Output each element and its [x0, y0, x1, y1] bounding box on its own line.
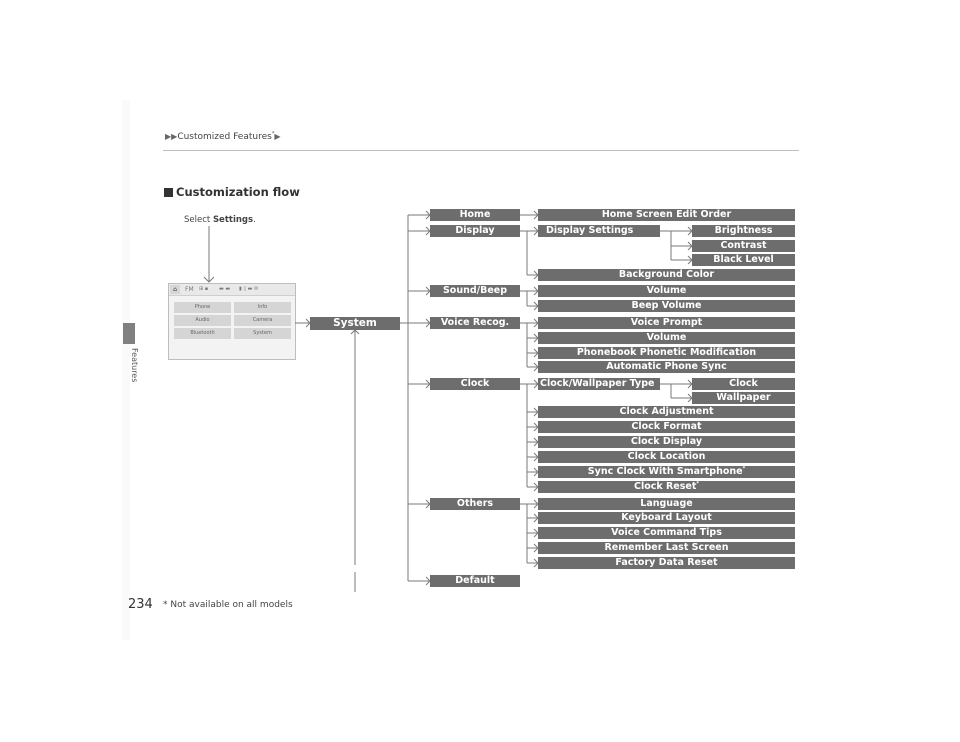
flow-node-wallpaper: Wallpaper — [692, 392, 795, 404]
flow-node-clock-location: Clock Location — [538, 451, 795, 463]
footnote-mark: * — [742, 466, 746, 472]
flow-node-label: Clock Reset — [633, 481, 697, 492]
flow-node-others: Others — [430, 498, 520, 510]
flow-node-sync-clock-with-smartphone: Sync Clock With Smartphone* — [538, 466, 795, 478]
trunk-branches — [408, 210, 431, 586]
flow-node-voice-volume: Volume — [538, 332, 795, 344]
footnote-mark: * — [696, 481, 700, 487]
flow-node-phonebook-phonetic-modification: Phonebook Phonetic Modification — [538, 347, 795, 359]
flow-node-home-screen-edit-order: Home Screen Edit Order — [538, 209, 795, 221]
flow-node-clock-adjustment: Clock Adjustment — [538, 406, 795, 418]
page-number: 234 — [128, 597, 153, 612]
flow-node-automatic-phone-sync: Automatic Phone Sync — [538, 361, 795, 373]
flow-node-voice-recog: Voice Recog. — [430, 317, 520, 329]
flow-node-sound-beep: Sound/Beep — [430, 285, 520, 297]
flow-node-volume: Volume — [538, 285, 795, 297]
flow-node-background-color: Background Color — [538, 269, 795, 281]
flow-node-remember-last-screen: Remember Last Screen — [538, 542, 795, 554]
flow-node-clock: Clock — [430, 378, 520, 390]
flow-node-keyboard-layout: Keyboard Layout — [538, 512, 795, 524]
flow-node-clock-reset: Clock Reset* — [538, 481, 795, 493]
flow-node-clock-type: Clock — [692, 378, 795, 390]
flow-node-label: Sync Clock With Smartphone — [587, 466, 743, 477]
flow-node-contrast: Contrast — [692, 240, 795, 252]
flow-node-display-settings: Display Settings — [538, 225, 660, 237]
flow-node-home: Home — [430, 209, 520, 221]
flow-node-clock-format: Clock Format — [538, 421, 795, 433]
flow-node-system: System — [310, 317, 400, 330]
flow-node-voice-command-tips: Voice Command Tips — [538, 527, 795, 539]
flow-node-default: Default — [430, 575, 520, 587]
flow-node-beep-volume: Beep Volume — [538, 300, 795, 312]
flow-node-language: Language — [538, 498, 795, 510]
flow-connectors — [203, 210, 693, 592]
flow-node-black-level: Black Level — [692, 254, 795, 266]
flow-node-factory-data-reset: Factory Data Reset — [538, 557, 795, 569]
flow-node-clock-wallpaper-type: Clock/Wallpaper Type — [538, 378, 660, 390]
flow-node-clock-display: Clock Display — [538, 436, 795, 448]
flow-node-brightness: Brightness — [692, 225, 795, 237]
flow-node-display: Display — [430, 225, 520, 237]
footnote-text: * Not available on all models — [163, 600, 293, 610]
flow-node-voice-prompt: Voice Prompt — [538, 317, 795, 329]
